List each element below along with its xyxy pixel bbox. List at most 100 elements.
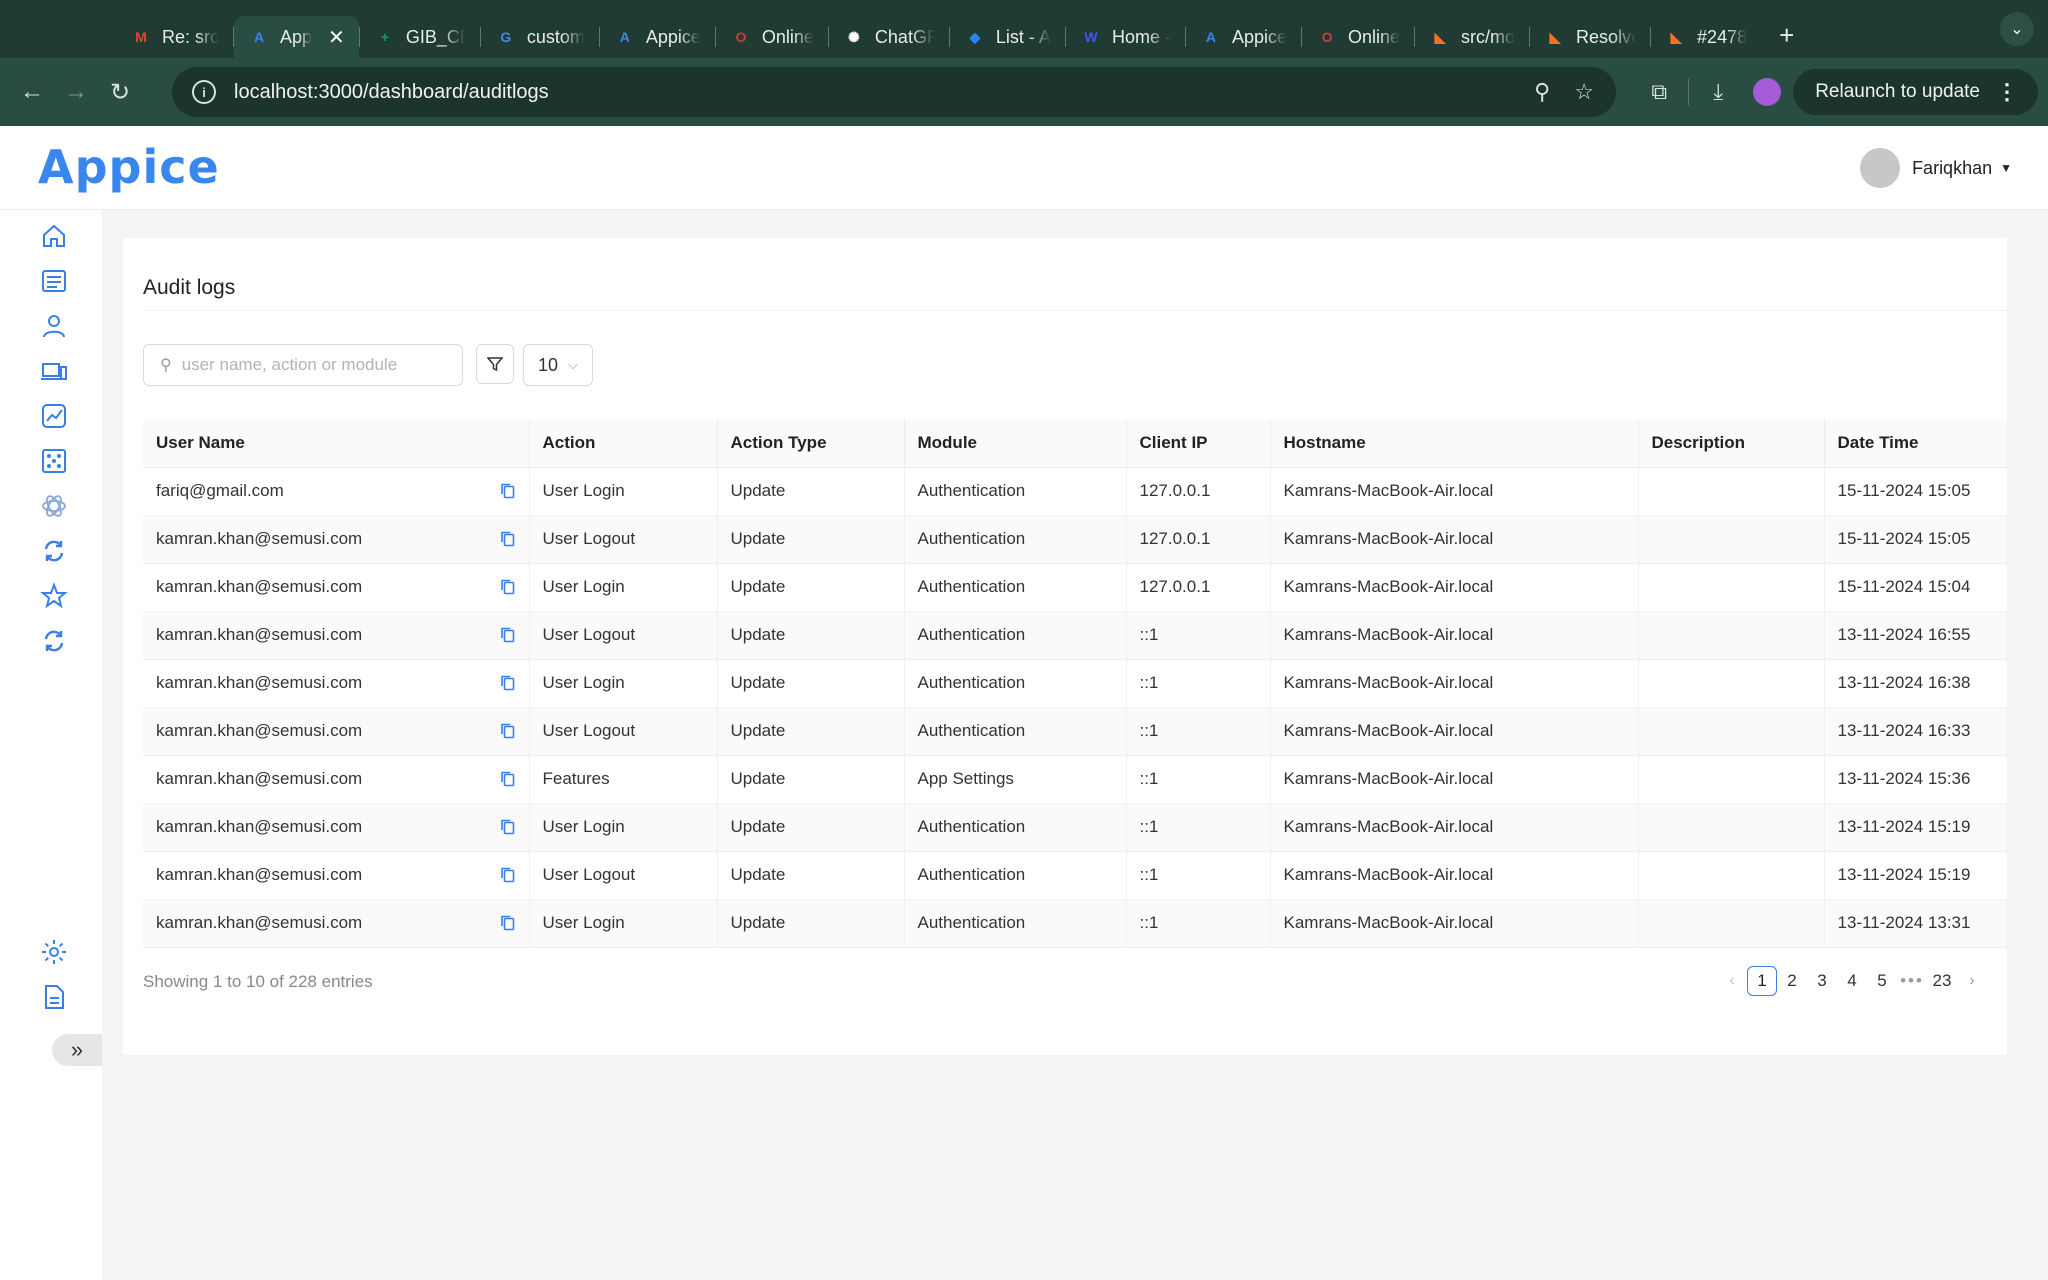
search-box[interactable]: ⚲ bbox=[143, 344, 463, 386]
page-button[interactable]: 3 bbox=[1807, 966, 1837, 996]
column-header[interactable]: Action bbox=[529, 419, 718, 468]
copy-icon[interactable] bbox=[500, 771, 515, 787]
browser-tab[interactable]: Gcustom bbox=[481, 16, 599, 58]
relaunch-button[interactable]: Relaunch to update ⋮ bbox=[1793, 69, 2038, 115]
copy-icon[interactable] bbox=[500, 723, 515, 739]
copy-icon[interactable] bbox=[500, 579, 515, 595]
home-icon[interactable] bbox=[40, 222, 68, 250]
page-button-last[interactable]: 23 bbox=[1927, 966, 1957, 996]
page-button[interactable]: 1 bbox=[1747, 966, 1777, 996]
user-icon[interactable] bbox=[40, 312, 68, 340]
star-icon[interactable] bbox=[40, 582, 68, 610]
expand-sidebar-button[interactable]: » bbox=[52, 1034, 102, 1066]
table-row[interactable]: kamran.khan@semusi.com User Login Update Au… bbox=[143, 563, 2007, 612]
avatar[interactable] bbox=[1860, 148, 1901, 188]
page-title: Audit logs bbox=[143, 276, 236, 299]
profile-avatar[interactable] bbox=[1753, 78, 1782, 106]
page-button[interactable]: 5 bbox=[1867, 966, 1897, 996]
search-icon: ⚲ bbox=[160, 357, 172, 374]
browser-tab[interactable]: ◣ src/mo bbox=[1415, 16, 1529, 58]
copy-icon[interactable] bbox=[500, 483, 515, 499]
browser-tab[interactable]: O Online bbox=[1302, 16, 1414, 58]
column-header[interactable]: Hostname bbox=[1270, 419, 1639, 468]
reload-button[interactable]: ↻ bbox=[98, 78, 142, 107]
back-button[interactable]: ← bbox=[10, 78, 54, 106]
bookmark-star-icon[interactable]: ☆ bbox=[1574, 79, 1594, 105]
browser-tab[interactable]: ◣ Resolve bbox=[1530, 16, 1650, 58]
copy-icon[interactable] bbox=[500, 627, 515, 643]
filter-button[interactable] bbox=[476, 344, 514, 384]
table-row[interactable]: kamran.khan@semusi.com User Logout Update A… bbox=[143, 515, 2007, 564]
refresh-icon[interactable] bbox=[40, 627, 68, 655]
devices-icon[interactable] bbox=[40, 357, 68, 385]
user-email: kamran.khan@semusi.com bbox=[156, 721, 363, 740]
browser-tab[interactable]: A App ✕ bbox=[234, 16, 359, 58]
column-header[interactable]: Description bbox=[1638, 419, 1825, 468]
column-header[interactable]: Date Time bbox=[1824, 419, 2007, 468]
table-row[interactable]: kamran.khan@semusi.com Features Update App … bbox=[143, 755, 2007, 804]
cell-description bbox=[1638, 467, 1825, 516]
table-row[interactable]: kamran.khan@semusi.com User Logout Update A… bbox=[143, 851, 2007, 900]
copy-icon[interactable] bbox=[500, 819, 515, 835]
browser-tab[interactable]: W Home - bbox=[1066, 16, 1185, 58]
table-row[interactable]: fariq@gmail.com User Login Update Authentic… bbox=[143, 467, 2007, 516]
user-menu[interactable]: Fariqkhan ▼ bbox=[1860, 148, 2012, 188]
gmail-icon: M bbox=[135, 29, 147, 45]
copy-icon[interactable] bbox=[500, 531, 515, 547]
cell-client-ip: 127.0.0.1 bbox=[1126, 563, 1271, 612]
cell-description bbox=[1638, 851, 1825, 900]
column-header[interactable]: User Name bbox=[143, 419, 530, 468]
settings-gear-icon[interactable] bbox=[40, 938, 68, 966]
cell-action-type: Update bbox=[717, 803, 905, 852]
tab-search-button[interactable]: ⌄ bbox=[2000, 12, 2034, 46]
browser-tab[interactable]: + GIB_CD bbox=[360, 16, 480, 58]
copy-icon[interactable] bbox=[500, 867, 515, 883]
table-row[interactable]: kamran.khan@semusi.com User Login Update Au… bbox=[143, 659, 2007, 708]
extensions-icon[interactable]: ⧉ bbox=[1636, 79, 1682, 105]
prev-page-icon[interactable]: ‹ bbox=[1717, 966, 1747, 996]
browser-tab[interactable]: O Online bbox=[716, 16, 828, 58]
table-row[interactable]: kamran.khan@semusi.com User Logout Update A… bbox=[143, 707, 2007, 756]
zoom-icon[interactable]: ⚲ bbox=[1534, 79, 1550, 105]
cell-hostname: Kamrans-MacBook-Air.local bbox=[1270, 659, 1639, 708]
browser-tab[interactable]: ◣ #2478 bbox=[1651, 16, 1761, 58]
caret-down-icon[interactable]: ▼ bbox=[2000, 161, 2012, 175]
copy-icon[interactable] bbox=[500, 675, 515, 691]
table-row[interactable]: kamran.khan@semusi.com User Logout Update A… bbox=[143, 611, 2007, 660]
download-icon[interactable]: ⤓ bbox=[1695, 79, 1741, 105]
column-header[interactable]: Module bbox=[904, 419, 1127, 468]
page-button[interactable]: 2 bbox=[1777, 966, 1807, 996]
site-info-icon[interactable]: i bbox=[192, 80, 216, 104]
browser-tab[interactable]: M Re: src bbox=[116, 16, 233, 58]
cell-date-time: 15-11-2024 15:05 bbox=[1824, 467, 2007, 516]
atom-icon[interactable] bbox=[40, 492, 68, 520]
app-logo[interactable]: Appice bbox=[38, 140, 220, 194]
url-text[interactable]: localhost:3000/dashboard/auditlogs bbox=[234, 81, 549, 104]
browser-tab[interactable]: ✺ ChatGP bbox=[829, 16, 949, 58]
browser-tab[interactable]: A Appice bbox=[1186, 16, 1301, 58]
pagination-ellipsis[interactable]: ••• bbox=[1897, 966, 1927, 996]
analytics-icon[interactable] bbox=[40, 402, 68, 430]
sync-icon[interactable] bbox=[40, 537, 68, 565]
page-button[interactable]: 4 bbox=[1837, 966, 1867, 996]
column-header[interactable]: Action Type bbox=[717, 419, 905, 468]
cell-user-name: fariq@gmail.com bbox=[143, 467, 530, 516]
column-header[interactable]: Client IP bbox=[1126, 419, 1271, 468]
grid-icon[interactable] bbox=[40, 447, 68, 475]
next-page-icon[interactable]: › bbox=[1957, 966, 1987, 996]
list-icon[interactable] bbox=[40, 267, 68, 295]
kebab-menu-icon[interactable]: ⋮ bbox=[1996, 79, 2018, 105]
browser-tab[interactable]: ◆ List - A bbox=[950, 16, 1065, 58]
copy-icon[interactable] bbox=[500, 915, 515, 931]
table-row[interactable]: kamran.khan@semusi.com User Login Update Au… bbox=[143, 899, 2007, 948]
page-size-select[interactable]: 10 ⌵ bbox=[523, 344, 593, 386]
table-row[interactable]: kamran.khan@semusi.com User Login Update Au… bbox=[143, 803, 2007, 852]
address-bar[interactable]: i localhost:3000/dashboard/auditlogs ⚲ ☆ bbox=[172, 67, 1616, 117]
forward-button[interactable]: → bbox=[54, 78, 98, 106]
new-tab-button[interactable]: + bbox=[1779, 20, 1794, 51]
user-name[interactable]: Fariqkhan bbox=[1912, 158, 1992, 179]
search-input[interactable] bbox=[181, 355, 442, 375]
close-tab-icon[interactable]: ✕ bbox=[328, 25, 345, 50]
browser-tab[interactable]: A Appice bbox=[600, 16, 715, 58]
document-icon[interactable] bbox=[40, 983, 68, 1011]
